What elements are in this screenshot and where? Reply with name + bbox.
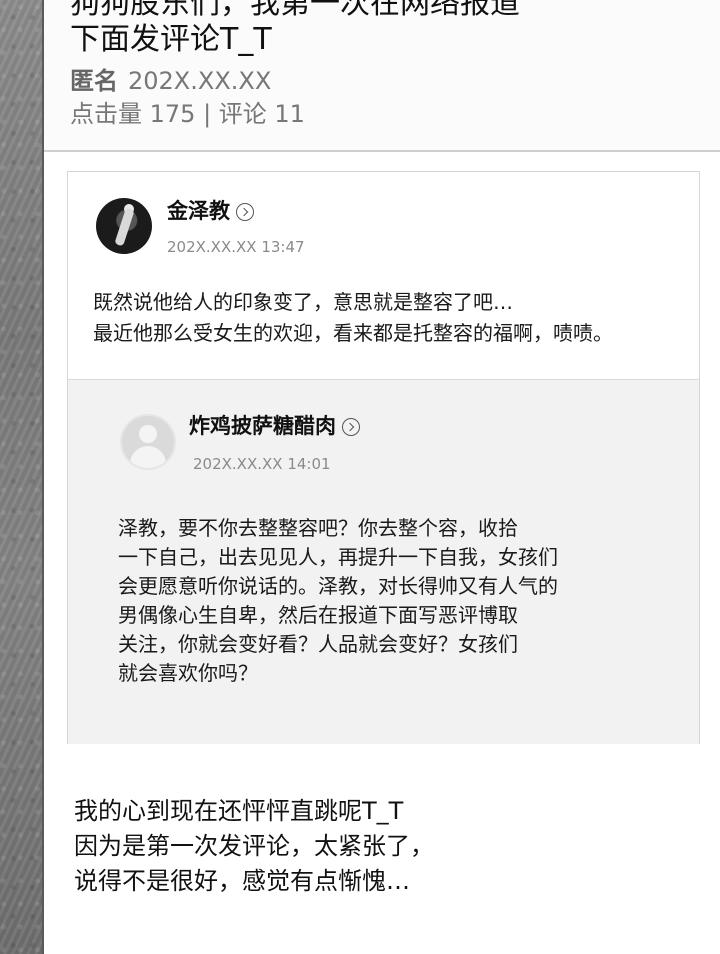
comment-username-row: 金泽教 [167, 198, 254, 224]
comment-card: 金泽教 202X.XX.XX 13:47 既然说他给人的印象变了，意思就是整容了… [67, 171, 700, 744]
comment-timestamp: 202X.XX.XX 13:47 [167, 238, 305, 256]
comment-text-line-1: 既然说他给人的印象变了，意思就是整容了吧… [93, 290, 513, 314]
article-title-line-1: 狗狗股东们，我第一次在网络报道 [70, 0, 520, 21]
article-stats: 点击量 175 | 评论 11 [70, 100, 305, 128]
reply-timestamp: 202X.XX.XX 14:01 [193, 455, 331, 473]
reply-text-line-6: 就会喜欢你吗？ [118, 661, 258, 685]
comment-text-line-2: 最近他那么受女生的欢迎，看来都是托整容的福啊，啧啧。 [93, 321, 613, 345]
comment-username[interactable]: 金泽教 [167, 199, 230, 223]
reply-username[interactable]: 炸鸡披萨糖醋肉 [189, 414, 336, 438]
article-author[interactable]: 匿名 [70, 67, 118, 95]
reply-comment: 炸鸡披萨糖醋肉 202X.XX.XX 14:01 泽教，要不你去整整容吧？你去整… [68, 379, 699, 744]
left-border-strip [0, 0, 44, 954]
reply-text-line-4: 男偶像心生自卑，然后在报道下面写恶评博取 [118, 603, 518, 627]
chevron-right-circle-icon[interactable] [342, 418, 360, 436]
reply-text-line-1: 泽教，要不你去整整容吧？你去整个容，收拾 [118, 516, 518, 540]
reply-text-line-3: 会更愿意听你说话的。泽教，对长得帅又有人气的 [118, 574, 558, 598]
reply-text-line-5: 关注，你就会变好看？人品就会变好？女孩们 [118, 632, 518, 656]
closing-text: 我的心到现在还怦怦直跳呢T_T 因为是第一次发评论，太紧张了， 说得不是很好，感… [74, 794, 434, 899]
article-meta: 匿名 202X.XX.XX [70, 66, 271, 96]
reply-username-row: 炸鸡披萨糖醋肉 [189, 413, 360, 439]
avatar[interactable] [96, 198, 152, 254]
article-title-line-2: 下面发评论T_T [70, 22, 272, 57]
chevron-right-circle-icon[interactable] [236, 203, 254, 221]
closing-line-2: 因为是第一次发评论，太紧张了， [74, 832, 434, 860]
closing-line-3: 说得不是很好，感觉有点惭愧… [74, 867, 410, 895]
article-date: 202X.XX.XX [128, 67, 272, 95]
closing-line-1: 我的心到现在还怦怦直跳呢T_T [74, 797, 404, 825]
reply-text-line-2: 一下自己，出去见见人，再提升一下自我，女孩们 [118, 545, 558, 569]
article-header: 狗狗股东们，我第一次在网络报道 下面发评论T_T 匿名 202X.XX.XX 点击… [44, 0, 720, 152]
default-avatar-icon[interactable] [120, 414, 176, 470]
comment: 金泽教 202X.XX.XX 13:47 既然说他给人的印象变了，意思就是整容了… [68, 172, 699, 379]
